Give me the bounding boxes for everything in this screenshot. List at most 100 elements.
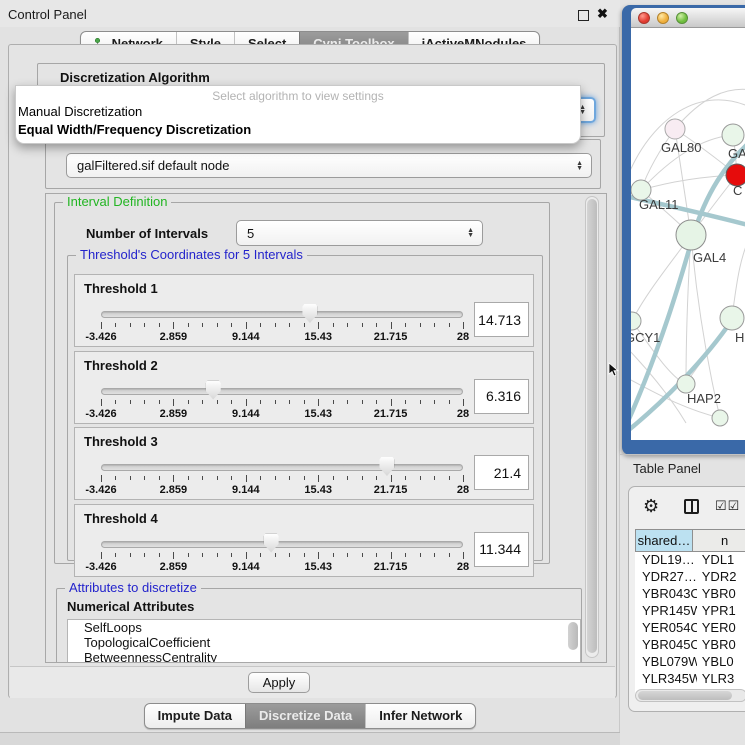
tick-mark bbox=[376, 553, 377, 557]
column-header-shared-name[interactable]: shared… bbox=[635, 529, 693, 552]
node-label: GCY1 bbox=[631, 330, 660, 345]
table-row[interactable]: YPR145WYPR1 bbox=[635, 603, 745, 620]
tab-impute-data[interactable]: Impute Data bbox=[145, 704, 245, 728]
tick-mark bbox=[101, 322, 102, 329]
table-row[interactable]: YDR27…YDR2 bbox=[635, 569, 745, 586]
node-label: HAP2 bbox=[687, 391, 721, 406]
tab-discretize-data[interactable]: Discretize Data bbox=[245, 704, 365, 728]
slider-thumb[interactable] bbox=[264, 534, 279, 553]
attribute-item-selfloops[interactable]: SelfLoops bbox=[68, 620, 580, 635]
tick-mark bbox=[246, 322, 247, 329]
close-icon[interactable]: ✖ bbox=[597, 6, 608, 22]
zoom-traffic-light[interactable] bbox=[676, 12, 688, 24]
mouse-cursor bbox=[608, 362, 620, 378]
network-node[interactable] bbox=[676, 220, 706, 250]
table-data-combobox[interactable]: galFiltered.sif default node ▲▼ bbox=[66, 153, 592, 178]
tick-mark bbox=[434, 476, 435, 480]
control-panel: Control Panel ✖ NetworkStyleSelectCyni T… bbox=[0, 0, 620, 745]
tick-mark bbox=[144, 553, 145, 557]
network-node[interactable] bbox=[631, 312, 641, 330]
columns-icon[interactable] bbox=[684, 499, 699, 514]
threshold-coordinates-label: Threshold's Coordinates for 5 Intervals bbox=[76, 247, 307, 262]
slider-thumb[interactable] bbox=[206, 381, 221, 400]
tick-mark bbox=[159, 400, 160, 404]
tick-mark bbox=[101, 475, 102, 482]
tick-mark bbox=[188, 553, 189, 557]
tick-mark bbox=[434, 323, 435, 327]
attributes-to-discretize-group: Attributes to discretize Numerical Attri… bbox=[56, 588, 582, 663]
slider-track[interactable] bbox=[101, 541, 463, 548]
scrollbar-thumb[interactable] bbox=[638, 691, 732, 700]
tick-mark bbox=[449, 476, 450, 480]
tick-mark bbox=[362, 323, 363, 327]
node-label: C bbox=[733, 183, 742, 198]
threshold-value-field[interactable]: 14.713 bbox=[474, 302, 529, 337]
table-row[interactable]: YER054CYER0 bbox=[635, 620, 745, 637]
float-window-icon[interactable] bbox=[578, 10, 589, 21]
interval-definition-group: Interval Definition Number of Intervals … bbox=[54, 202, 550, 564]
tick-mark bbox=[130, 323, 131, 327]
threshold-value-field[interactable]: 21.4 bbox=[474, 455, 529, 490]
tick-mark bbox=[275, 553, 276, 557]
tick-label: 15.43 bbox=[304, 484, 332, 496]
tick-mark bbox=[318, 399, 319, 406]
threshold-coordinates-group: Threshold's Coordinates for 5 Intervals … bbox=[67, 255, 543, 561]
network-node[interactable] bbox=[720, 306, 744, 330]
tick-mark bbox=[420, 323, 421, 327]
slider-track[interactable] bbox=[101, 311, 463, 318]
tick-mark bbox=[449, 553, 450, 557]
tick-mark bbox=[362, 400, 363, 404]
network-node[interactable] bbox=[712, 410, 728, 426]
threshold-label: Threshold 4 bbox=[84, 511, 158, 526]
apply-button[interactable]: Apply bbox=[248, 672, 310, 693]
threshold-value-field[interactable]: 6.316 bbox=[474, 379, 529, 414]
list-scrollbar-thumb[interactable] bbox=[568, 622, 578, 650]
table-row[interactable]: YBL079WYBL0 bbox=[635, 654, 745, 671]
network-window-titlebar[interactable] bbox=[631, 8, 745, 28]
cell-name: YBR0 bbox=[697, 637, 745, 654]
minimize-traffic-light[interactable] bbox=[657, 12, 669, 24]
dropdown-option-equal-width-frequency-discretization[interactable]: Equal Width/Frequency Discretization bbox=[16, 121, 580, 139]
tick-mark bbox=[463, 552, 464, 559]
gear-icon[interactable]: ⚙ bbox=[643, 496, 659, 517]
close-traffic-light[interactable] bbox=[638, 12, 650, 24]
tick-mark bbox=[275, 323, 276, 327]
tick-mark bbox=[231, 553, 232, 557]
network-node[interactable] bbox=[722, 124, 744, 146]
column-header-name[interactable]: n bbox=[693, 529, 745, 552]
table-row[interactable]: YBR045CYBR0 bbox=[635, 637, 745, 654]
network-node[interactable] bbox=[665, 119, 685, 139]
tick-mark bbox=[463, 399, 464, 406]
tick-mark bbox=[304, 400, 305, 404]
tick-mark bbox=[376, 476, 377, 480]
tick-label: -3.426 bbox=[85, 331, 116, 343]
slider-ticks bbox=[101, 322, 463, 330]
tab-infer-network[interactable]: Infer Network bbox=[365, 704, 475, 728]
tab-label: Discretize Data bbox=[259, 704, 352, 728]
table-row[interactable]: YDL19…YDL1 bbox=[635, 552, 745, 569]
table-row[interactable]: YLR345WYLR3 bbox=[635, 671, 745, 688]
tick-mark bbox=[289, 476, 290, 480]
table-row[interactable]: YBR043CYBR0 bbox=[635, 586, 745, 603]
network-canvas[interactable]: GAL80GACGAL11GAL4GCY1HHAP2 bbox=[631, 28, 745, 440]
attribute-item-betweennesscentrality[interactable]: BetweennessCentrality bbox=[68, 650, 580, 663]
slider-thumb[interactable] bbox=[379, 457, 394, 476]
tick-mark bbox=[347, 400, 348, 404]
tick-mark bbox=[405, 400, 406, 404]
scrollbar-thumb[interactable] bbox=[587, 199, 597, 653]
number-of-intervals-combobox[interactable]: 5 ▲▼ bbox=[236, 220, 483, 246]
threshold-row-4: Threshold 4-3.4262.8599.14415.4321.71528… bbox=[74, 504, 534, 577]
dropdown-option-manual-discretization[interactable]: Manual Discretization bbox=[16, 103, 580, 121]
tick-label: 15.43 bbox=[304, 331, 332, 343]
tick-mark bbox=[333, 553, 334, 557]
slider-thumb[interactable] bbox=[302, 304, 317, 323]
slider-track[interactable] bbox=[101, 388, 463, 395]
settings-vertical-scrollbar[interactable] bbox=[585, 196, 599, 658]
table-horizontal-scrollbar[interactable] bbox=[635, 689, 745, 702]
tick-mark bbox=[217, 476, 218, 480]
slider-track[interactable] bbox=[101, 464, 463, 471]
attribute-item-topologicalcoefficient[interactable]: TopologicalCoefficient bbox=[68, 635, 580, 650]
checkboxes-icon[interactable]: ☑☑ bbox=[715, 498, 740, 514]
slider-ticks bbox=[101, 399, 463, 407]
threshold-value-field[interactable]: 11.344 bbox=[474, 532, 529, 567]
